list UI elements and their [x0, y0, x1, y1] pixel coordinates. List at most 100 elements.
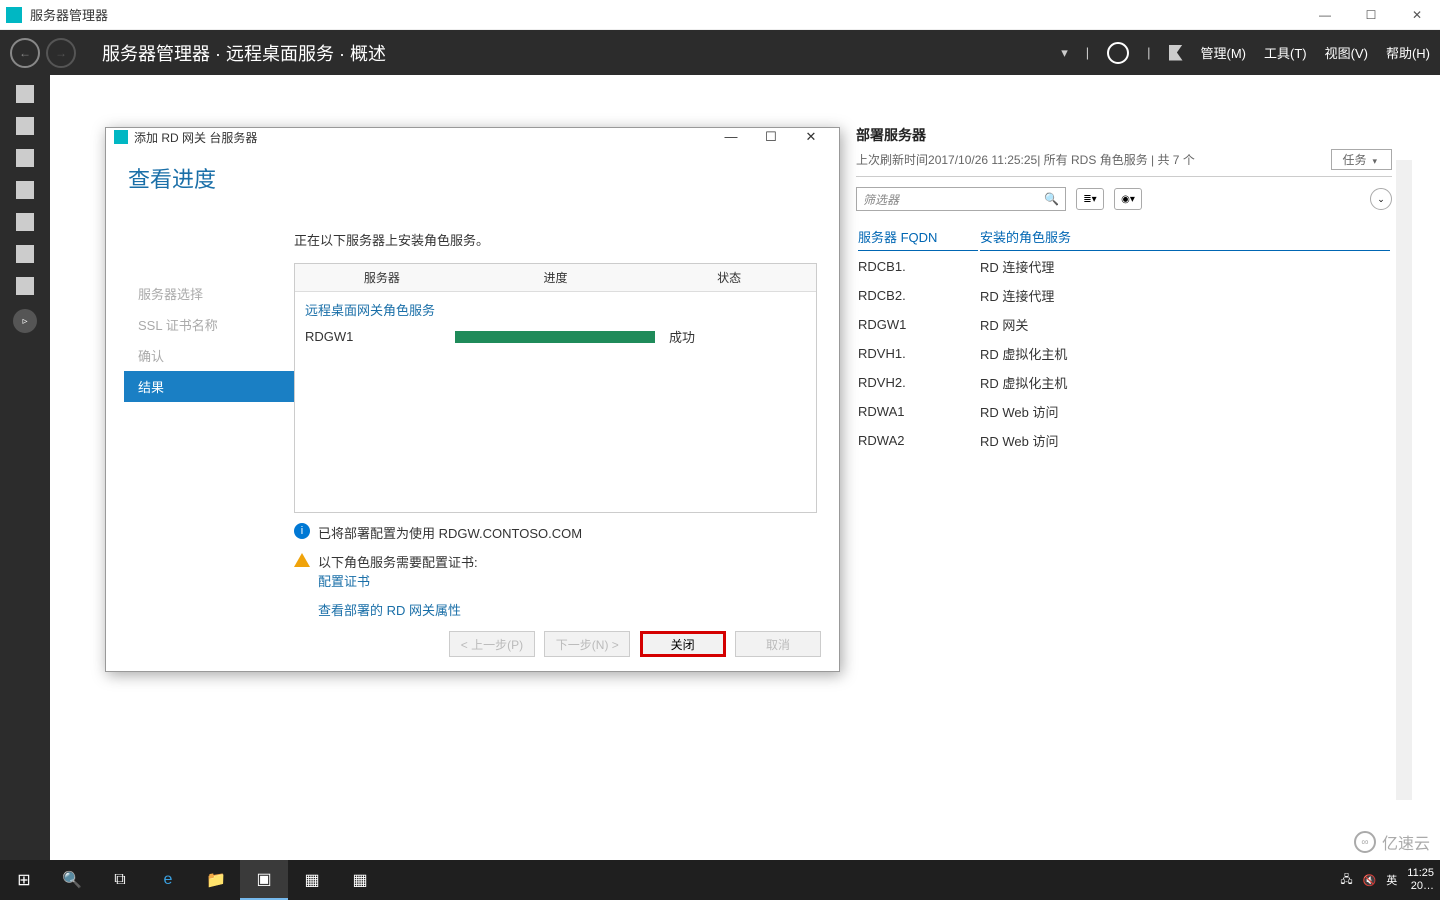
- next-button: 下一步(N) >: [544, 631, 630, 657]
- server-manager-icon: [6, 7, 22, 23]
- refresh-icon[interactable]: [1107, 42, 1129, 64]
- left-navigation-rail: ▹: [0, 75, 50, 860]
- deployment-servers-panel: 部署服务器 上次刷新时间 2017/10/26 11:25:25 | 所有 RD…: [856, 125, 1392, 456]
- window-title: 服务器管理器: [30, 5, 108, 24]
- task-view-icon[interactable]: ⧉: [96, 860, 144, 900]
- watermark-text: 亿速云: [1382, 830, 1430, 854]
- notifications-flag-icon[interactable]: [1169, 45, 1183, 61]
- dialog-title: 添加 RD 网关 台服务器: [134, 129, 257, 146]
- save-query-dropdown[interactable]: ◉▾: [1114, 188, 1142, 210]
- dialog-icon: [114, 130, 128, 144]
- top-toolbar: ← → 服务器管理器 · 远程桌面服务 · 概述 ▾ | | 管理(M) 工具(…: [0, 30, 1440, 75]
- progress-server-name: RDGW1: [305, 329, 455, 344]
- meta-time: 2017/10/26 11:25:25: [928, 153, 1037, 167]
- clock-time: 11:25: [1407, 867, 1434, 880]
- table-row: RDCB2.RD 连接代理: [858, 282, 1390, 309]
- previous-button: < 上一步(P): [449, 631, 535, 657]
- info-text: 已将部署配置为使用 RDGW.CONTOSO.COM: [318, 523, 582, 542]
- warning-text: 以下角色服务需要配置证书:: [318, 552, 478, 571]
- table-row: RDGW1RD 网关: [858, 311, 1390, 338]
- menu-tools[interactable]: 工具(T): [1264, 43, 1307, 62]
- col-header-fqdn[interactable]: 服务器 FQDN: [858, 223, 978, 251]
- wizard-step-ssl-cert: SSL 证书名称: [124, 309, 294, 340]
- volume-icon[interactable]: 🔇: [1363, 874, 1377, 887]
- wizard-step-server-selection: 服务器选择: [124, 278, 294, 309]
- dialog-heading: 查看进度: [128, 162, 817, 194]
- iis-icon[interactable]: [16, 213, 34, 231]
- add-rd-gateway-dialog: 添加 RD 网关 台服务器 — ☐ ✕ 查看进度 服务器选择 SSL 证书名称 …: [105, 127, 840, 672]
- window-close-button[interactable]: ✕: [1394, 0, 1440, 30]
- menu-view[interactable]: 视图(V): [1325, 43, 1368, 62]
- nav-back-button[interactable]: ←: [10, 38, 40, 68]
- dropdown-icon[interactable]: ▾: [1061, 45, 1068, 61]
- dialog-minimize-button[interactable]: —: [711, 129, 751, 145]
- progress-table: 服务器 进度 状态 远程桌面网关角色服务 RDGW1 成功: [294, 263, 817, 513]
- separator: |: [1086, 45, 1089, 60]
- configure-certificate-link[interactable]: 配置证书: [318, 571, 478, 590]
- window-titlebar: 服务器管理器 — ☐ ✕: [0, 0, 1440, 30]
- dialog-maximize-button[interactable]: ☐: [751, 129, 791, 145]
- service-name-label: 远程桌面网关角色服务: [295, 292, 816, 323]
- watermark: ∞ 亿速云: [1354, 830, 1430, 854]
- meta-prefix: 上次刷新时间: [856, 151, 928, 168]
- ie-icon[interactable]: e: [144, 860, 192, 900]
- nav-forward-button[interactable]: →: [46, 38, 76, 68]
- wizard-step-confirm: 确认: [124, 340, 294, 371]
- start-button[interactable]: ⊞: [0, 860, 48, 900]
- key-icon[interactable]: [16, 245, 34, 263]
- local-server-icon[interactable]: [16, 117, 34, 135]
- window-maximize-button[interactable]: ☐: [1348, 0, 1394, 30]
- server-manager-task-icon[interactable]: ▣: [240, 860, 288, 900]
- separator: |: [1147, 45, 1150, 60]
- progress-intro-text: 正在以下服务器上安装角色服务。: [294, 230, 817, 249]
- menu-help[interactable]: 帮助(H): [1386, 43, 1430, 62]
- hyperv-manager-icon[interactable]: ▦: [336, 860, 384, 900]
- explorer-icon[interactable]: 📁: [192, 860, 240, 900]
- taskbar[interactable]: ⊞ 🔍 ⧉ e 📁 ▣ ▦ ▦ 🖧 🔇 英 11:25 20…: [0, 860, 1440, 900]
- progress-bar: [455, 331, 655, 343]
- dialog-titlebar[interactable]: 添加 RD 网关 台服务器 — ☐ ✕: [106, 128, 839, 146]
- window-minimize-button[interactable]: —: [1302, 0, 1348, 30]
- dialog-button-row: < 上一步(P) 下一步(N) > 关闭 取消: [106, 619, 839, 671]
- table-row: RDWA1RD Web 访问: [858, 398, 1390, 425]
- hyperv-icon[interactable]: ▦: [288, 860, 336, 900]
- clock-date: 20…: [1407, 880, 1434, 893]
- rds-icon[interactable]: ▹: [13, 309, 37, 333]
- view-rd-gateway-properties-link[interactable]: 查看部署的 RD 网关属性: [318, 600, 461, 619]
- clock[interactable]: 11:25 20…: [1407, 867, 1434, 893]
- view-options-dropdown[interactable]: ≣▾: [1076, 188, 1104, 210]
- col-header-progress: 进度: [469, 264, 643, 291]
- ad-ds-icon[interactable]: [16, 181, 34, 199]
- progress-status: 成功: [669, 327, 695, 346]
- ime-indicator[interactable]: 英: [1386, 872, 1397, 888]
- info-icon: i: [294, 523, 310, 539]
- col-header-status: 状态: [642, 264, 816, 291]
- menu-manage[interactable]: 管理(M): [1201, 43, 1247, 62]
- watermark-icon: ∞: [1354, 831, 1376, 853]
- table-row: RDVH2.RD 虚拟化主机: [858, 369, 1390, 396]
- col-header-role[interactable]: 安装的角色服务: [980, 223, 1390, 251]
- warning-icon: [294, 553, 310, 567]
- panel-title: 部署服务器: [856, 125, 1392, 145]
- table-row: RDCB1.RD 连接代理: [858, 253, 1390, 280]
- file-services-icon[interactable]: [16, 277, 34, 295]
- search-icon[interactable]: 🔍: [48, 860, 96, 900]
- network-icon[interactable]: 🖧: [1340, 871, 1352, 890]
- servers-table: 服务器 FQDN 安装的角色服务 RDCB1.RD 连接代理 RDCB2.RD …: [856, 221, 1392, 456]
- progress-row: RDGW1 成功: [295, 323, 816, 350]
- vertical-scrollbar[interactable]: [1396, 160, 1412, 800]
- close-button[interactable]: 关闭: [640, 631, 726, 657]
- col-header-server: 服务器: [295, 264, 469, 291]
- filter-input[interactable]: 筛选器: [856, 187, 1066, 211]
- table-row: RDVH1.RD 虚拟化主机: [858, 340, 1390, 367]
- tasks-dropdown[interactable]: 任务: [1331, 149, 1392, 170]
- wizard-step-results[interactable]: 结果: [124, 371, 294, 402]
- expand-button[interactable]: ⌄: [1370, 188, 1392, 210]
- all-servers-icon[interactable]: [16, 149, 34, 167]
- breadcrumb[interactable]: 服务器管理器 · 远程桌面服务 · 概述: [102, 40, 386, 66]
- system-tray[interactable]: 🖧 🔇 英 11:25 20…: [1340, 867, 1440, 893]
- dialog-close-button[interactable]: ✕: [791, 129, 831, 145]
- dashboard-icon[interactable]: [16, 85, 34, 103]
- meta-suffix: | 所有 RDS 角色服务 | 共 7 个: [1037, 151, 1195, 168]
- table-row: RDWA2RD Web 访问: [858, 427, 1390, 454]
